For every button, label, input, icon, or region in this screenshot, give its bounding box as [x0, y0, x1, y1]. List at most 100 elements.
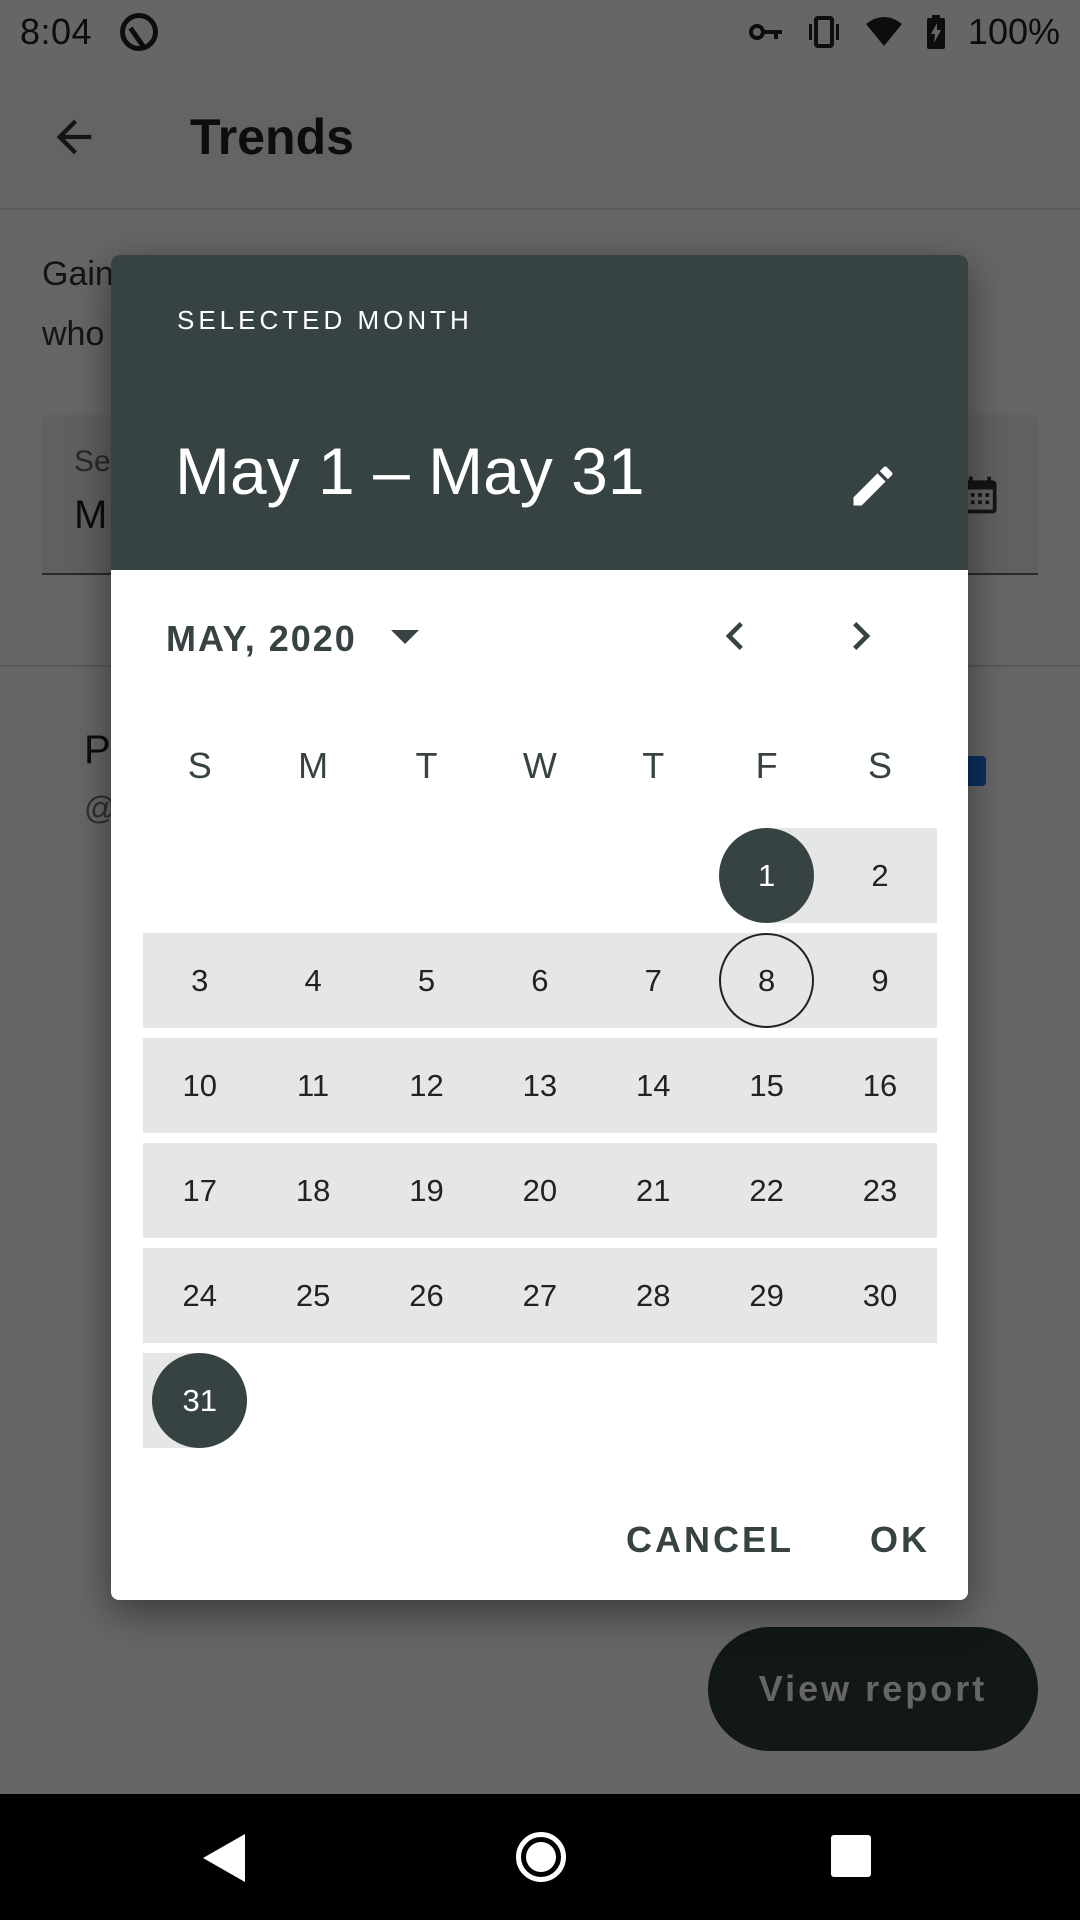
cancel-button[interactable]: CANCEL	[588, 1519, 832, 1561]
calendar-day-number: 29	[749, 1277, 784, 1313]
weekday-header: S M T W T F S	[143, 745, 937, 805]
dialog-overline: SELECTED MONTH	[177, 305, 473, 335]
calendar-day[interactable]: 7	[596, 933, 710, 1028]
calendar-day-number: 7	[644, 962, 662, 998]
nav-home-icon[interactable]	[516, 1832, 566, 1882]
weekday-label: F	[755, 745, 778, 786]
calendar-day[interactable]: 12	[369, 1038, 484, 1133]
calendar-day-number: 27	[522, 1277, 558, 1313]
calendar-day[interactable]: 30	[823, 1248, 937, 1343]
calendar-day-number: 2	[871, 857, 889, 893]
calendar-day[interactable]: 29	[709, 1248, 824, 1343]
calendar-day[interactable]: 20	[483, 1143, 597, 1238]
calendar-day[interactable]: 22	[709, 1143, 824, 1238]
calendar-day-number: 24	[182, 1277, 217, 1313]
dropdown-arrow-icon[interactable]	[391, 630, 419, 644]
calendar-day-number: 21	[636, 1172, 671, 1208]
calendar-day[interactable]: 2	[823, 828, 937, 923]
calendar-day-number: 3	[191, 962, 209, 998]
calendar-empty-cell	[256, 1353, 369, 1448]
calendar-day-number: 1	[758, 857, 776, 893]
chevron-left-icon[interactable]	[707, 608, 763, 664]
calendar-day[interactable]: 18	[256, 1143, 370, 1238]
dialog-actions: CANCEL OK	[588, 1500, 968, 1580]
month-navigation: MAY, 2020	[111, 570, 968, 700]
calendar-day[interactable]: 15	[709, 1038, 824, 1133]
calendar-empty-cell	[370, 828, 483, 923]
calendar-day[interactable]: 27	[483, 1248, 597, 1343]
nav-back-icon[interactable]	[203, 1834, 245, 1882]
calendar-day[interactable]: 28	[596, 1248, 710, 1343]
calendar-day[interactable]: 26	[369, 1248, 484, 1343]
calendar-day[interactable]: 16	[823, 1038, 937, 1133]
calendar-day-number: 15	[749, 1067, 784, 1103]
calendar-day-number: 28	[636, 1277, 671, 1313]
calendar-empty-cell	[483, 828, 596, 923]
weekday-label: M	[298, 745, 329, 786]
calendar-day[interactable]: 13	[483, 1038, 597, 1133]
calendar-day[interactable]: 4	[256, 933, 370, 1028]
calendar-day[interactable]: 8	[709, 933, 824, 1028]
calendar-week-row: 12	[143, 828, 937, 933]
dialog-header: SELECTED MONTH May 1 – May 31	[111, 255, 968, 570]
calendar-day[interactable]: 24	[143, 1248, 257, 1343]
month-year-selector[interactable]: MAY, 2020	[166, 618, 357, 660]
calendar-day-number: 23	[862, 1172, 898, 1208]
nav-recents-icon[interactable]	[831, 1835, 871, 1877]
calendar-week-row: 10 11 12 13 14 15 16	[143, 1038, 937, 1143]
calendar-day[interactable]: 17	[143, 1143, 257, 1238]
calendar-week-row: 17 18 19 20 21 22 23	[143, 1143, 937, 1248]
calendar-day-number: 5	[417, 962, 436, 998]
calendar-day-number: 8	[758, 962, 776, 998]
calendar-day[interactable]: 5	[369, 933, 484, 1028]
calendar-empty-cell	[256, 828, 369, 923]
system-nav-bar	[0, 1794, 1080, 1920]
weekday-label: T	[642, 745, 665, 786]
calendar-day-number: 4	[304, 962, 322, 998]
calendar-empty-cell	[483, 1353, 596, 1448]
calendar-empty-cell	[597, 828, 710, 923]
calendar-day-number: 11	[296, 1067, 330, 1103]
calendar-day-number: 22	[749, 1172, 784, 1208]
calendar-day[interactable]: 10	[143, 1038, 257, 1133]
calendar-day-number: 14	[636, 1067, 671, 1103]
calendar-day[interactable]: 11	[256, 1038, 370, 1133]
calendar-day[interactable]: 9	[823, 933, 937, 1028]
calendar-week-row: 31	[143, 1353, 937, 1458]
calendar-day[interactable]: 3	[143, 933, 257, 1028]
weekday-label: S	[187, 745, 212, 786]
calendar-week-row: 3 4 5 6 7 8 9	[143, 933, 937, 1038]
selected-range-text: May 1 – May 31	[175, 434, 645, 508]
calendar-day[interactable]: 25	[256, 1248, 370, 1343]
calendar-day-number: 12	[409, 1067, 444, 1103]
calendar-day[interactable]: 23	[823, 1143, 937, 1238]
calendar-day[interactable]: 1	[709, 828, 824, 923]
date-range-picker-dialog: SELECTED MONTH May 1 – May 31 MAY, 2020 …	[111, 255, 968, 1600]
calendar-grid: 1 2 3 4 5 6 7 8 9 10 11 12 13 14 15 16 17 18 19 20 21 22 23 24 2…	[143, 828, 937, 1458]
calendar-day-number: 13	[522, 1067, 558, 1103]
calendar-day-number: 19	[409, 1172, 444, 1208]
calendar-empty-cell	[823, 1353, 936, 1448]
calendar-day-number: 6	[531, 962, 549, 998]
calendar-day-number: 25	[295, 1277, 331, 1313]
calendar-day[interactable]: 21	[596, 1143, 710, 1238]
calendar-empty-cell	[370, 1353, 483, 1448]
calendar-day[interactable]: 19	[369, 1143, 484, 1238]
calendar-day-number: 20	[522, 1172, 558, 1208]
ok-button[interactable]: OK	[832, 1519, 968, 1561]
calendar-day[interactable]: 31	[143, 1353, 257, 1448]
calendar-day-number: 18	[295, 1172, 331, 1208]
weekday-label: T	[415, 745, 438, 786]
calendar-day[interactable]: 6	[483, 933, 597, 1028]
calendar-day-number: 9	[871, 962, 889, 998]
calendar-day-number: 16	[862, 1067, 898, 1103]
calendar-day-number: 17	[182, 1172, 217, 1208]
calendar-empty-cell	[597, 1353, 710, 1448]
calendar-empty-cell	[143, 828, 256, 923]
calendar-day[interactable]: 14	[596, 1038, 710, 1133]
calendar-day-number: 26	[409, 1277, 444, 1313]
calendar-day-number: 10	[182, 1067, 217, 1103]
chevron-right-icon[interactable]	[833, 608, 889, 664]
edit-pencil-icon[interactable]	[847, 460, 899, 512]
calendar-empty-cell	[710, 1353, 823, 1448]
